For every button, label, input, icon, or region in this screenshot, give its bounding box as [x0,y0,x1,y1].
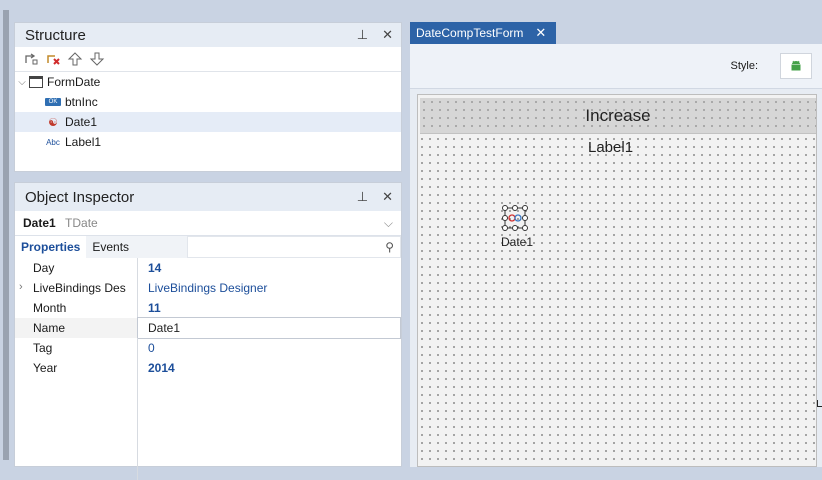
property-value[interactable]: 2014 [137,358,401,378]
label1-control[interactable]: Label1 [588,139,633,156]
dock-splitter[interactable] [3,10,9,460]
property-grid-empty [137,378,401,480]
property-value[interactable]: 11 [137,298,401,318]
chevron-down-icon[interactable]: ⌵ [384,216,393,231]
structure-panel: Structure ⊥ ✕ ⌵ FormDate OK btnInc ☯ Dat… [14,22,402,172]
property-search-input[interactable]: ⚲ [187,236,401,258]
date1-component[interactable] [499,205,533,233]
document-tabbar: DateCompTestForm ✕ [410,22,822,44]
selected-object-type: TDate [65,216,98,230]
tree-item-label1[interactable]: Abc Label1 [15,132,401,152]
form-designer: DateCompTestForm ✕ Style: Increase Label… [410,22,822,467]
structure-title: Structure [25,26,86,44]
document-tab-label: DateCompTestForm [416,26,524,40]
property-row[interactable]: › LiveBindings Des LiveBindings Designer [15,278,401,298]
object-inspector-panel: Object Inspector ⊥ ✕ Date1 TDate ⌵ Prope… [14,182,402,480]
tree-item-date1[interactable]: ☯ Date1 [15,112,401,132]
label-icon: Abc [46,137,60,147]
pin-icon[interactable]: ⊥ [357,189,368,205]
tree-item-label: FormDate [47,75,101,89]
structure-toolbar [15,47,401,72]
style-toolbar: Style: [410,44,822,89]
delete-item-icon[interactable] [45,51,61,67]
search-icon[interactable]: ⚲ [385,240,394,254]
add-item-icon[interactable] [23,51,39,67]
tree-item-label: Label1 [65,135,102,149]
inspector-header: Object Inspector ⊥ ✕ [15,183,401,211]
property-name: Year [33,361,58,375]
property-value[interactable]: 0 [137,338,401,358]
tree-item-btninc[interactable]: OK btnInc [15,92,401,112]
property-name: Day [33,261,55,275]
inspector-tabs: Properties Events ⚲ [15,236,401,258]
close-icon[interactable]: ✕ [535,25,546,41]
tab-properties[interactable]: Properties [15,236,87,258]
resize-handle[interactable] [817,400,822,407]
close-icon[interactable]: ✕ [382,189,393,205]
selected-object-name: Date1 [23,216,56,230]
inspector-title: Object Inspector [25,188,135,206]
property-name: Month [33,301,67,315]
property-name: Tag [33,341,53,355]
style-selector[interactable] [780,53,812,79]
pin-icon[interactable]: ⊥ [357,27,368,43]
style-label: Style: [730,60,758,72]
property-row[interactable]: Tag 0 [15,338,401,358]
left-dock-frame [0,0,11,467]
property-row[interactable]: Month 11 [15,298,401,318]
chevron-right-icon[interactable]: › [19,281,23,293]
property-row[interactable]: Name Date1 [15,317,401,339]
form-canvas[interactable]: Increase Label1 Date1 [417,94,817,467]
date-component-icon [502,205,528,231]
object-selector[interactable]: Date1 TDate ⌵ [15,211,401,236]
button-icon: OK [45,98,61,106]
property-name: Name [33,321,66,335]
property-value[interactable]: 14 [137,258,401,278]
close-icon[interactable]: ✕ [382,27,393,43]
tab-events[interactable]: Events [86,236,135,258]
property-name-container: › LiveBindings Des [15,281,137,295]
property-name: LiveBindings Des [33,281,126,295]
move-down-icon[interactable] [89,51,105,67]
increase-button[interactable]: Increase [420,98,816,134]
property-row[interactable]: Year 2014 [15,358,401,378]
tree-item-formdate[interactable]: ⌵ FormDate [15,72,401,92]
move-up-icon[interactable] [67,51,83,67]
property-value-editor[interactable]: Date1 [137,317,401,339]
tree-item-label: btnInc [65,95,98,109]
property-row[interactable]: Day 14 [15,258,401,278]
chevron-down-icon[interactable]: ⌵ [15,77,29,88]
tree-item-label: Date1 [65,115,98,129]
form-icon [29,76,43,88]
structure-header: Structure ⊥ ✕ [15,23,401,47]
tab-datecomptestform[interactable]: DateCompTestForm ✕ [410,22,556,44]
date1-caption: Date1 [501,235,534,249]
property-value[interactable]: LiveBindings Designer [137,278,401,298]
android-icon [791,60,801,71]
date-component-icon: ☯ [48,116,58,129]
